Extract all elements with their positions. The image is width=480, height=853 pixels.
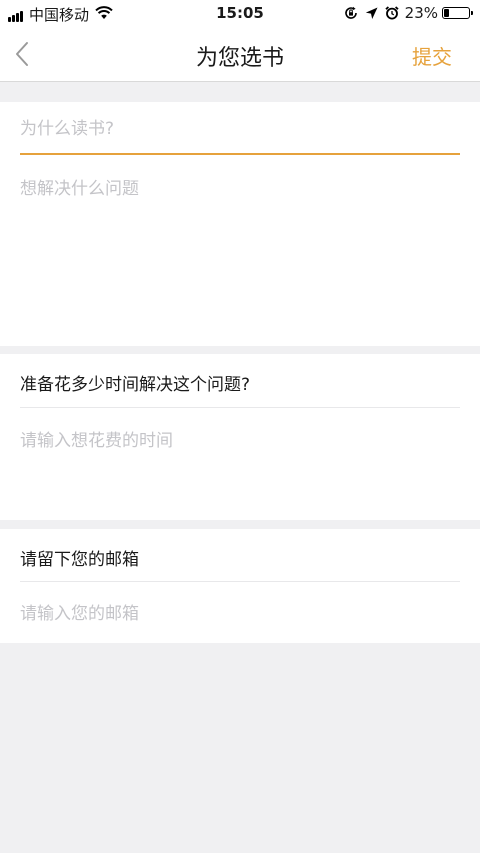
nav-bar: 为您选书 提交 xyxy=(0,28,480,82)
reason-input[interactable] xyxy=(20,116,460,142)
email-input[interactable] xyxy=(20,601,460,627)
submit-button[interactable]: 提交 xyxy=(412,41,452,70)
divider xyxy=(20,581,460,582)
status-right: 23% xyxy=(337,4,473,22)
problem-textarea[interactable] xyxy=(20,174,460,324)
divider xyxy=(20,407,460,408)
battery-percent: 23% xyxy=(404,4,438,22)
reading-purpose-section xyxy=(0,102,480,346)
time-question-label: 准备花多少时间解决这个问题? xyxy=(20,375,251,395)
page-title: 为您选书 xyxy=(195,46,284,71)
location-arrow-icon xyxy=(365,7,378,20)
status-bar: 中国移动 15:05 23% xyxy=(0,0,480,28)
rotation-lock-icon xyxy=(344,6,358,20)
battery-icon xyxy=(442,7,473,19)
reason-input-underline xyxy=(20,153,460,155)
email-question-label: 请留下您的邮箱 xyxy=(20,550,139,570)
time-input[interactable] xyxy=(20,428,460,454)
battery-fill xyxy=(444,9,449,17)
time-section: 准备花多少时间解决这个问题? xyxy=(0,354,480,520)
email-section: 请留下您的邮箱 xyxy=(0,529,480,643)
alarm-icon xyxy=(385,6,399,20)
